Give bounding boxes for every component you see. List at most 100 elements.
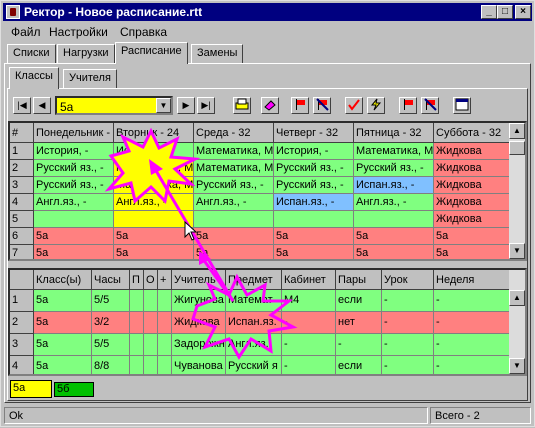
lessons-cell[interactable]	[158, 356, 172, 374]
next-icon[interactable]: ▶	[177, 97, 195, 114]
lessons-cell[interactable]	[144, 356, 158, 374]
schedule-cell[interactable]: 5а	[434, 245, 512, 259]
menu-help[interactable]: Справка	[120, 25, 167, 39]
menu-settings[interactable]: Настройки	[49, 25, 108, 39]
schedule-cell[interactable]: Англ.яз., -	[354, 194, 434, 211]
schedule-cell[interactable]: Математика, М	[114, 160, 194, 177]
schedule-cell[interactable]: Испан.яз., -	[354, 177, 434, 194]
lessons-scrollbar[interactable]: ▲ ▼	[509, 270, 525, 374]
lessons-cell[interactable]: Испан.яз.	[226, 312, 282, 334]
schedule-cell[interactable]: Русский яз., -	[34, 177, 114, 194]
lessons-row-number[interactable]: 4	[10, 356, 34, 374]
lessons-cell[interactable]: 5а	[34, 356, 92, 374]
schedule-cell[interactable]: Испан.яз., -	[274, 194, 354, 211]
lessons-cell[interactable]	[158, 312, 172, 334]
tab-lists[interactable]: Списки	[7, 44, 56, 63]
schedule-cell[interactable]	[34, 211, 114, 228]
minimize-button[interactable]: _	[481, 5, 497, 19]
scroll-up-icon[interactable]: ▲	[509, 123, 525, 139]
schedule-cell[interactable]	[274, 211, 354, 228]
lessons-cell[interactable]: Жигунова	[172, 290, 226, 312]
lessons-header[interactable]: О	[144, 270, 158, 290]
schedule-cell[interactable]: Русский яз., -	[274, 177, 354, 194]
lessons-header[interactable]: П	[130, 270, 144, 290]
lessons-cell[interactable]	[130, 312, 144, 334]
lessons-cell[interactable]: -	[382, 312, 434, 334]
lessons-cell[interactable]: 5а	[34, 290, 92, 312]
schedule-cell[interactable]: Англ.яз., -	[34, 194, 114, 211]
lessons-cell[interactable]: 5/5	[92, 290, 130, 312]
schedule-cell[interactable]: Математика, М	[194, 143, 274, 160]
schedule-cell[interactable]: Русский яз., -	[34, 160, 114, 177]
first-icon[interactable]: |◀	[13, 97, 31, 114]
lessons-cell[interactable]	[130, 290, 144, 312]
lessons-cell[interactable]: если	[336, 356, 382, 374]
schedule-cell[interactable]: 5а	[194, 245, 274, 259]
lessons-cell[interactable]: 5а	[34, 312, 92, 334]
scroll-down-icon[interactable]: ▼	[509, 358, 525, 374]
schedule-cell[interactable]: История, -	[274, 143, 354, 160]
schedule-row-number[interactable]: 3	[10, 177, 34, 194]
tab-teachers[interactable]: Учителя	[63, 69, 117, 88]
schedule-cell[interactable]: Жидкова	[434, 143, 512, 160]
schedule-cell[interactable]: 5а	[34, 245, 114, 259]
schedule-cell[interactable]: История, -	[114, 143, 194, 160]
flag-red-icon[interactable]	[291, 97, 309, 114]
schedule-cell[interactable]: Жидкова	[434, 211, 512, 228]
tab-schedule[interactable]: Расписание	[115, 42, 188, 64]
check-icon[interactable]	[345, 97, 363, 114]
schedule-cell[interactable]	[114, 211, 194, 228]
eraser-icon[interactable]	[261, 97, 279, 114]
lessons-cell[interactable]	[144, 312, 158, 334]
schedule-cell[interactable]: Жидкова	[434, 177, 512, 194]
schedule-header[interactable]: Четверг - 32	[274, 123, 354, 143]
lessons-header[interactable]: Предмет	[226, 270, 282, 290]
schedule-cell[interactable]: История, -	[34, 143, 114, 160]
tab-classes[interactable]: Классы	[9, 67, 59, 89]
schedule-header[interactable]: Суббота - 32	[434, 123, 512, 143]
schedule-cell[interactable]: 5а	[274, 228, 354, 245]
schedule-cell[interactable]: 5а	[34, 228, 114, 245]
schedule-cell[interactable]: Русский яз., -	[194, 177, 274, 194]
lessons-cell[interactable]	[158, 290, 172, 312]
lessons-cell[interactable]	[144, 290, 158, 312]
schedule-cell[interactable]: Русский яз., -	[274, 160, 354, 177]
lessons-cell[interactable]: Русский я	[226, 356, 282, 374]
lessons-cell[interactable]: -	[336, 334, 382, 356]
schedule-header[interactable]: Пятница - 32	[354, 123, 434, 143]
chevron-down-icon[interactable]: ▼	[156, 98, 171, 113]
lessons-cell[interactable]: -	[282, 356, 336, 374]
maximize-button[interactable]: □	[497, 5, 513, 19]
schedule-cell[interactable]: Англ.яз., -	[114, 194, 194, 211]
tab-substitutions[interactable]: Замены	[191, 44, 244, 63]
scroll-thumb[interactable]	[509, 141, 525, 155]
lessons-cell[interactable]: 5/5	[92, 334, 130, 356]
lessons-cell[interactable]: -	[434, 290, 510, 312]
lessons-cell[interactable]: -	[282, 312, 336, 334]
lessons-header[interactable]: Пары	[336, 270, 382, 290]
class-select[interactable]: 5а ▼	[55, 96, 173, 115]
schedule-cell[interactable]: Математика, М	[194, 160, 274, 177]
schedule-row-number[interactable]: 4	[10, 194, 34, 211]
title-bar[interactable]: Ректор - Новое расписание.rtt _ □ ×	[3, 3, 532, 21]
lessons-cell[interactable]: 3/2	[92, 312, 130, 334]
lessons-row-number[interactable]: 2	[10, 312, 34, 334]
lessons-header[interactable]: Часы	[92, 270, 130, 290]
lessons-cell[interactable]	[144, 334, 158, 356]
class-tab-5a[interactable]: 5а	[10, 380, 52, 398]
lessons-cell[interactable]	[158, 334, 172, 356]
lessons-cell[interactable]: -	[382, 356, 434, 374]
lessons-header[interactable]: Класс(ы)	[34, 270, 92, 290]
flag-crossed-icon[interactable]	[313, 97, 331, 114]
schedule-cell[interactable]: Англ.яз., -	[194, 194, 274, 211]
lessons-cell[interactable]: -	[434, 334, 510, 356]
schedule-cell[interactable]: 5а	[274, 245, 354, 259]
lessons-grid[interactable]: Класс(ы) Часы П О + Учитель Предмет Кабинет Пары…	[8, 268, 527, 376]
schedule-cell[interactable]	[194, 211, 274, 228]
window-icon[interactable]	[453, 97, 471, 114]
schedule-cell[interactable]: Математика, М	[354, 143, 434, 160]
lessons-header[interactable]: +	[158, 270, 172, 290]
schedule-header[interactable]: #	[10, 123, 34, 143]
schedule-cell[interactable]: Русский яз., -	[354, 160, 434, 177]
schedule-row-number[interactable]: 2	[10, 160, 34, 177]
